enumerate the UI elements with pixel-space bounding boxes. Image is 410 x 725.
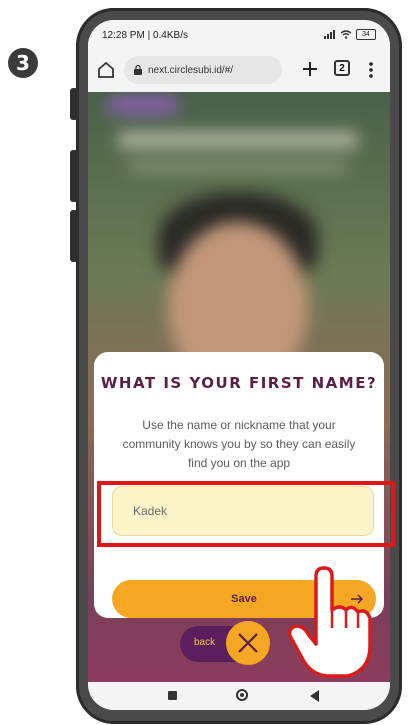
first-name-input[interactable] <box>112 486 374 536</box>
url-text: next.circlesubi.id/#/ <box>148 64 234 76</box>
pointer-hand-icon <box>287 566 372 678</box>
tabs-icon[interactable]: 2 <box>334 60 350 76</box>
power-button <box>70 210 78 262</box>
wifi-icon <box>340 30 352 39</box>
lock-icon <box>134 65 142 75</box>
signal-icon <box>324 30 335 39</box>
volume-up-button <box>70 88 78 120</box>
tab-count: 2 <box>339 62 345 74</box>
home-icon[interactable] <box>96 60 116 80</box>
volume-down-button <box>70 150 78 202</box>
modal-description: Use the name or nickname that your commu… <box>122 418 356 470</box>
status-time: 12:28 PM | 0.4KB/s <box>102 30 188 41</box>
recent-apps-icon[interactable] <box>168 691 177 700</box>
step-badge: 3 <box>8 48 38 78</box>
close-icon <box>238 633 258 653</box>
status-icons: 34 <box>324 29 376 40</box>
plus-icon[interactable] <box>300 59 320 79</box>
status-bar: 12:28 PM | 0.4KB/s 34 <box>88 20 390 48</box>
menu-icon[interactable] <box>368 60 374 80</box>
home-nav-icon[interactable] <box>236 689 248 701</box>
battery-icon: 34 <box>356 29 376 40</box>
url-field[interactable]: next.circlesubi.id/#/ <box>124 56 282 84</box>
back-label: back <box>194 637 216 648</box>
back-nav-icon[interactable] <box>310 690 319 702</box>
close-button[interactable] <box>226 621 270 665</box>
save-label: Save <box>231 593 257 605</box>
browser-toolbar: next.circlesubi.id/#/ 2 <box>88 48 390 92</box>
modal-title: WHAT IS YOUR FIRST NAME? <box>100 374 378 392</box>
android-nav-bar <box>88 682 390 710</box>
